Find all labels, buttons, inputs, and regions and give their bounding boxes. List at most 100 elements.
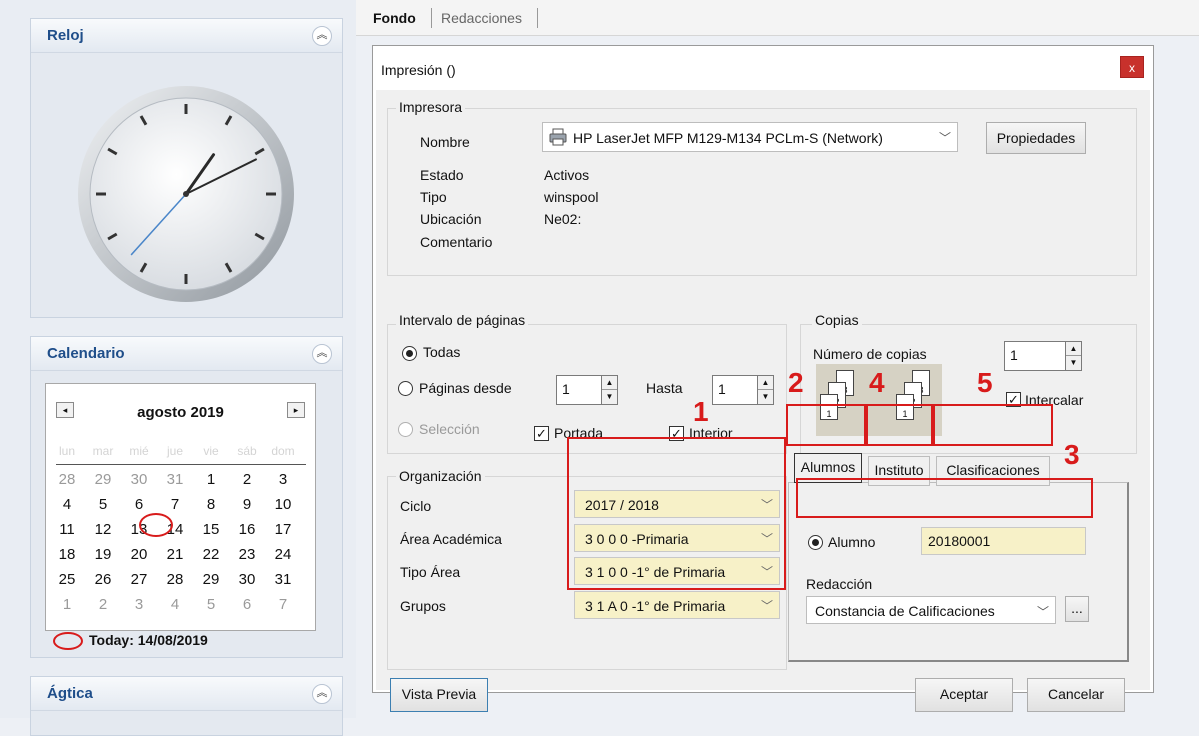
calendar-day[interactable]: 28 — [52, 471, 82, 488]
tab-fondo[interactable]: Fondo — [373, 10, 416, 26]
chevron-down-icon: ﹀ — [1036, 605, 1049, 619]
calendar-day[interactable]: 5 — [88, 496, 118, 513]
calendar-day[interactable]: 26 — [88, 571, 118, 588]
print-dialog: Impresión () x Impresora Nombre HP Laser… — [372, 45, 1154, 712]
collapse-clock-icon[interactable]: ︽ — [312, 26, 332, 46]
pages-from-arrows[interactable]: ▲ ▼ — [601, 375, 618, 405]
groups-label: Grupos — [400, 598, 446, 614]
copies-count-label: Número de copias — [813, 346, 927, 362]
calendar-day[interactable]: 4 — [52, 496, 82, 513]
calendar-day[interactable]: 5 — [196, 596, 226, 613]
calendar-day[interactable]: 6 — [232, 596, 262, 613]
calendar-day[interactable]: 23 — [232, 546, 262, 563]
browse-button[interactable]: ... — [1065, 596, 1089, 622]
clock-panel-title: Reloj — [47, 27, 84, 44]
today-link[interactable]: Today: 14/08/2019 — [89, 632, 208, 648]
calendar-day[interactable]: 30 — [124, 471, 154, 488]
calendar-day[interactable]: 20 — [124, 546, 154, 563]
calendar-day[interactable]: 3 — [124, 596, 154, 613]
calendar-day[interactable]: 1 — [196, 471, 226, 488]
student-radio[interactable] — [808, 535, 823, 550]
redaction-value: Constancia de Calificaciones — [815, 603, 995, 619]
pages-from-value: 1 — [562, 381, 570, 397]
calendar-day[interactable]: 15 — [196, 521, 226, 538]
calendar-day[interactable]: 31 — [160, 471, 190, 488]
calendar-day[interactable]: 19 — [88, 546, 118, 563]
calendar-day[interactable]: 21 — [160, 546, 190, 563]
pages-from-radio[interactable] — [398, 381, 413, 396]
calendar-day[interactable]: 2 — [232, 471, 262, 488]
selection-radio[interactable] — [398, 422, 413, 437]
printer-select-value: HP LaserJet MFP M129-M134 PCLm-S (Networ… — [573, 130, 883, 146]
calendar-day[interactable]: 17 — [268, 521, 298, 538]
calendar-day[interactable]: 22 — [196, 546, 226, 563]
sidebar: Reloj ︽ Calendario ︽ ◂ agosto 2019 ▸ lun… — [0, 0, 356, 736]
calendar-day[interactable]: 18 — [52, 546, 82, 563]
annotation-box-2 — [786, 404, 866, 446]
next-month-button[interactable]: ▸ — [287, 402, 305, 418]
calendar-day[interactable]: 1 — [52, 596, 82, 613]
calendar-day[interactable]: 29 — [88, 471, 118, 488]
chevron-down-icon: ﹀ — [760, 599, 773, 613]
calendar-day[interactable]: 24 — [268, 546, 298, 563]
calendar-day[interactable]: 4 — [160, 596, 190, 613]
agtica-panel: Ágtica ︽ — [30, 676, 343, 736]
calendar-day[interactable]: 12 — [88, 521, 118, 538]
properties-button[interactable]: Propiedades — [986, 122, 1086, 154]
cover-checkbox[interactable]: ✓ — [534, 426, 549, 441]
calendar-panel: Calendario ︽ ◂ agosto 2019 ▸ lun mar mié ju… — [30, 336, 343, 658]
redaction-select[interactable]: Constancia de Calificaciones ﹀ — [806, 596, 1056, 624]
groups-select[interactable]: 3 1 A 0 -1° de Primaria ﹀ — [574, 591, 780, 619]
calendar-day[interactable]: 10 — [268, 496, 298, 513]
status-label: Estado — [420, 167, 464, 183]
annotation-3: 3 — [1064, 439, 1080, 470]
all-pages-radio[interactable] — [402, 346, 417, 361]
to-label: Hasta — [646, 380, 683, 396]
calendar-day[interactable]: 2 — [88, 596, 118, 613]
preview-button[interactable]: Vista Previa — [390, 678, 488, 712]
pages-to-arrows[interactable]: ▲ ▼ — [757, 375, 774, 405]
student-radio-label: Alumno — [828, 534, 876, 550]
copies-group-label: Copias — [812, 312, 862, 328]
calendar-day[interactable]: 30 — [232, 571, 262, 588]
page-range-group-label: Intervalo de páginas — [396, 312, 529, 328]
clock-center — [183, 191, 189, 197]
calendar-day[interactable]: 7 — [268, 596, 298, 613]
collapse-calendar-icon[interactable]: ︽ — [312, 344, 332, 364]
collapse-agtica-icon[interactable]: ︽ — [312, 684, 332, 704]
calendar-day[interactable]: 16 — [232, 521, 262, 538]
pages-to-spinner[interactable]: 1 ▲ ▼ — [712, 375, 774, 405]
cycle-label: Ciclo — [400, 498, 432, 514]
copies-arrows[interactable]: ▲ ▼ — [1065, 341, 1082, 371]
location-value: Ne02: — [544, 211, 582, 227]
calendar-day[interactable]: 29 — [196, 571, 226, 588]
all-pages-label: Todas — [423, 344, 461, 360]
calendar-day[interactable]: 31 — [268, 571, 298, 588]
calendar-day[interactable]: 25 — [52, 571, 82, 588]
calendar-weekday: sáb — [237, 444, 257, 458]
accept-button[interactable]: Aceptar — [915, 678, 1013, 712]
calendar-day[interactable]: 7 — [160, 496, 190, 513]
today-marker-icon — [53, 632, 83, 650]
close-button[interactable]: x — [1120, 56, 1144, 78]
chevron-down-icon: ﹀ — [938, 131, 951, 145]
student-input[interactable]: 20180001 — [921, 527, 1086, 555]
pages-from-spinner[interactable]: 1 ▲ ▼ — [556, 375, 618, 405]
tab-bar: Fondo Redacciones — [356, 0, 1199, 36]
printer-select[interactable]: HP LaserJet MFP M129-M134 PCLm-S (Networ… — [542, 122, 958, 152]
tab-separator — [431, 8, 432, 28]
calendar-day[interactable]: 8 — [196, 496, 226, 513]
printer-icon — [549, 128, 567, 146]
calendar-day[interactable]: 28 — [160, 571, 190, 588]
calendar-day[interactable]: 27 — [124, 571, 154, 588]
cancel-button[interactable]: Cancelar — [1027, 678, 1125, 712]
calendar-day[interactable]: 6 — [124, 496, 154, 513]
calendar-day[interactable]: 11 — [52, 521, 82, 538]
calendar-day[interactable]: 3 — [268, 471, 298, 488]
redaction-label: Redacción — [806, 576, 873, 592]
calendar-day[interactable]: 9 — [232, 496, 262, 513]
tab-redacciones[interactable]: Redacciones — [441, 10, 522, 26]
printer-name-label: Nombre — [420, 134, 470, 150]
copies-spinner[interactable]: 1 ▲ ▼ — [1004, 341, 1082, 371]
copies-value: 1 — [1010, 347, 1018, 363]
